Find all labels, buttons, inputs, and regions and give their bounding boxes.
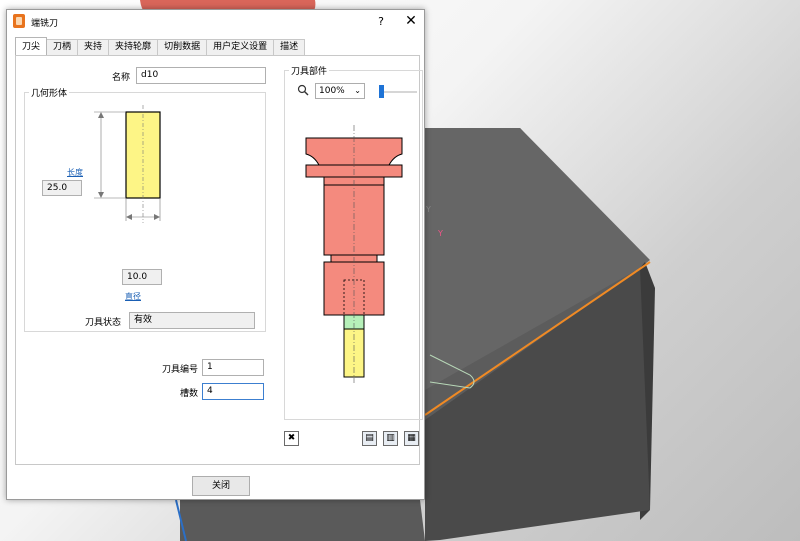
help-button[interactable]: ? xyxy=(373,14,389,30)
chevron-down-icon: ⌄ xyxy=(354,86,361,95)
zoom-slider-thumb[interactable] xyxy=(379,85,384,98)
length-link[interactable]: 长度 xyxy=(67,167,83,178)
status-field: 有效 xyxy=(129,312,255,329)
tool-assembly-group: 刀具部件 100% ⌄ xyxy=(284,64,423,420)
tool-number-field[interactable]: 1 xyxy=(202,359,264,376)
close-icon[interactable]: ✕ xyxy=(403,13,419,29)
tool-assembly-diagram xyxy=(305,125,403,383)
tool-assembly-title: 刀具部件 xyxy=(289,64,330,77)
name-field[interactable]: d10 xyxy=(136,67,266,84)
tab-panel-tip: 名称 d10 几何形体 长度 25.0 10.0 直径 刀具状态 有效 刀具编号… xyxy=(15,55,423,465)
tab-user-settings[interactable]: 用户定义设置 xyxy=(206,39,275,55)
tab-bar: 刀尖 刀柄 夹持 夹持轮廓 切削数据 用户定义设置 描述 xyxy=(15,37,306,55)
geometry-group: 几何形体 长度 25.0 10.0 直径 刀具状态 有效 xyxy=(24,86,266,332)
diameter-field[interactable]: 10.0 xyxy=(122,269,162,285)
close-button[interactable]: 关闭 xyxy=(192,476,250,496)
zoom-value: 100% xyxy=(319,86,345,96)
diameter-link[interactable]: 直径 xyxy=(125,291,141,302)
tab-tip[interactable]: 刀尖 xyxy=(15,37,48,55)
tool-assembly-icon-1[interactable]: ▤ xyxy=(362,431,377,446)
app-icon xyxy=(13,14,25,28)
svg-text:Y: Y xyxy=(425,205,431,214)
tool-number-label: 刀具编号 xyxy=(161,365,198,375)
tool-assembly-icon-2[interactable]: ▥ xyxy=(383,431,398,446)
tab-shank[interactable]: 刀柄 xyxy=(46,39,79,55)
flutes-label: 槽数 xyxy=(179,389,198,399)
end-mill-dialog: 端铣刀 ? ✕ 刀尖 刀柄 夹持 夹持轮廓 切削数据 用户定义设置 描述 名称 … xyxy=(6,9,425,500)
tab-cutting-data[interactable]: 切削数据 xyxy=(157,39,208,55)
tab-description[interactable]: 描述 xyxy=(273,39,306,55)
zoom-slider-track[interactable] xyxy=(379,91,417,93)
zoom-select[interactable]: 100% ⌄ xyxy=(315,83,365,99)
length-field[interactable]: 25.0 xyxy=(42,180,82,196)
tab-holder[interactable]: 夹持 xyxy=(77,39,110,55)
tab-holder-profile[interactable]: 夹持轮廓 xyxy=(108,39,159,55)
svg-text:Y: Y xyxy=(437,229,443,238)
fit-view-icon[interactable]: ✖ xyxy=(284,431,299,446)
name-label: 名称 xyxy=(111,73,130,83)
status-label: 刀具状态 xyxy=(84,318,121,328)
flutes-field[interactable]: 4 xyxy=(202,383,264,400)
search-icon[interactable] xyxy=(297,84,309,96)
tool-assembly-icon-3[interactable]: ▦ xyxy=(404,431,419,446)
title-bar: 端铣刀 ? ✕ xyxy=(7,10,424,34)
dialog-title: 端铣刀 xyxy=(31,19,59,29)
